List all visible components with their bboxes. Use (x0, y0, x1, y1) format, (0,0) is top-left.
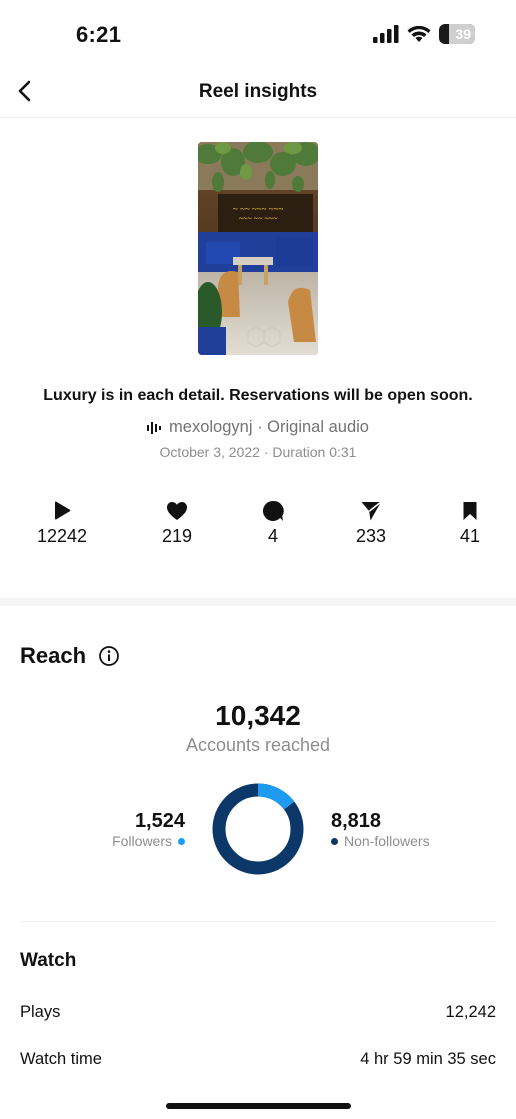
saves-count: 41 (459, 526, 481, 546)
shares-count: 233 (355, 526, 387, 546)
share-icon (361, 501, 382, 521)
stat-plays: 12242 (22, 498, 102, 547)
plays-value: 12,242 (445, 1003, 496, 1021)
divider (20, 921, 496, 922)
non-followers-legend: Non-followers (331, 833, 430, 849)
stat-comments: 4 (233, 498, 313, 547)
followers-legend: Followers (112, 833, 185, 849)
non-followers-count: 8,818 (331, 810, 382, 832)
svg-text:~ ~~ ~~~ ~~~: ~ ~~ ~~~ ~~~ (233, 204, 284, 214)
svg-text:~~~ ~~ ~~~: ~~~ ~~ ~~~ (239, 214, 278, 223)
watch-time-label: Watch time (20, 1050, 102, 1068)
battery-icon: 39 (439, 24, 475, 44)
status-time: 6:21 (76, 22, 122, 47)
likes-count: 219 (161, 526, 193, 546)
wifi-icon (407, 25, 431, 42)
status-bar: 6:21 39 (0, 0, 516, 70)
plays-label: Plays (20, 1003, 61, 1021)
reach-donut-chart (212, 783, 304, 875)
reel-meta: October 3, 2022 · Duration 0:31 (159, 444, 357, 460)
cellular-signal-icon (373, 25, 399, 43)
plays-count: 12242 (36, 526, 88, 546)
audio-waveform-icon (147, 421, 162, 434)
info-icon[interactable] (98, 645, 120, 667)
followers-label: Followers (112, 833, 172, 849)
battery-level: 39 (455, 26, 471, 42)
bookmark-icon (463, 502, 477, 520)
watch-time-value: 4 hr 59 min 35 sec (360, 1050, 496, 1068)
stat-shares: 233 (331, 498, 411, 547)
reel-thumbnail[interactable]: ~ ~~ ~~~ ~~~ ~~~ ~~ ~~~ (198, 142, 318, 355)
non-followers-label: Non-followers (344, 833, 430, 849)
reach-title: Reach (20, 643, 87, 668)
accounts-reached-label: Accounts reached (185, 735, 331, 755)
stat-likes: 219 (137, 498, 217, 547)
audio-label: mexologynj · Original audio (169, 418, 369, 436)
accounts-reached-count: 10,342 (215, 700, 301, 731)
section-divider (0, 598, 516, 606)
stat-saves: 41 (430, 498, 510, 547)
comments-count: 4 (267, 526, 278, 546)
followers-dot-icon (178, 837, 185, 845)
audio-row[interactable]: mexologynj · Original audio (0, 418, 516, 437)
header-bar: Reel insights (0, 70, 516, 118)
comment-icon (262, 500, 284, 521)
watch-title: Watch (20, 950, 77, 971)
non-followers-dot-icon (331, 837, 338, 845)
heart-icon (167, 502, 187, 520)
reel-caption: Luxury is in each detail. Reservations w… (43, 387, 473, 404)
status-icons: 39 (373, 24, 475, 44)
home-indicator[interactable] (166, 1103, 351, 1109)
followers-count: 1,524 (134, 810, 185, 832)
page-title: Reel insights (198, 81, 318, 102)
engagement-stats: 12242 219 4 233 41 (0, 498, 516, 554)
play-icon (55, 501, 71, 520)
